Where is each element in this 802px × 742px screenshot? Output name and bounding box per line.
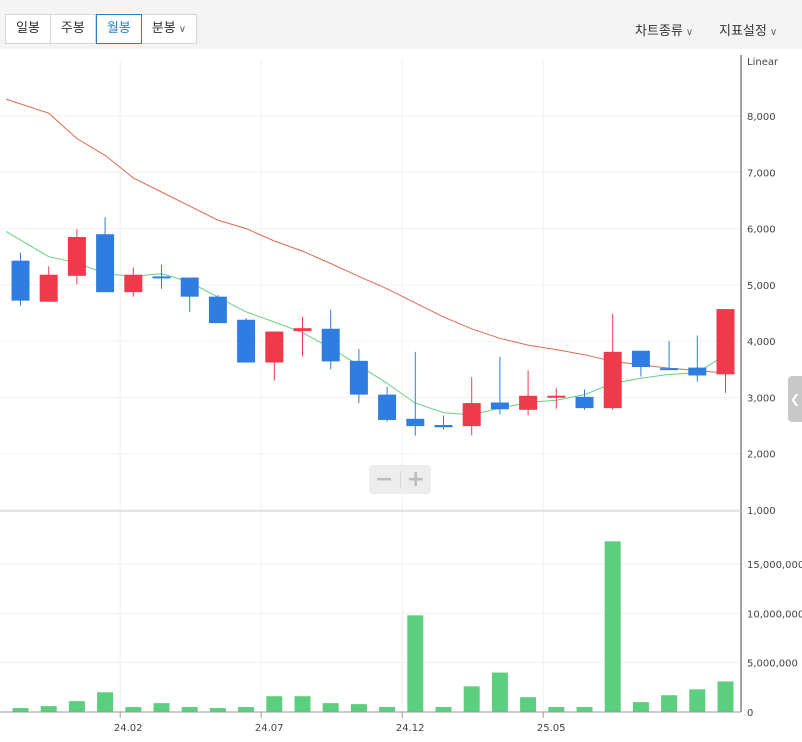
price-tick-label: 5,000 bbox=[747, 281, 776, 292]
x-tick-label: 24.02 bbox=[114, 723, 143, 734]
volume-bar bbox=[266, 696, 283, 712]
candle-body bbox=[321, 328, 340, 362]
volume-bar bbox=[238, 707, 255, 712]
volume-bar bbox=[181, 707, 198, 712]
zoom-control: − + bbox=[369, 465, 431, 494]
candle-body bbox=[349, 360, 368, 395]
candle-body bbox=[11, 260, 30, 301]
stock-chart[interactable]: 1,000 2,000 3,000 4,000 5,000 6,000 7,000 8,000… bbox=[0, 0, 802, 742]
volume-bar bbox=[463, 686, 480, 712]
minus-icon: − bbox=[375, 467, 394, 492]
volume-bar bbox=[717, 681, 734, 712]
chevron-left-icon: ❮ bbox=[789, 392, 801, 406]
volume-bar bbox=[153, 703, 170, 712]
candle-body bbox=[631, 350, 650, 368]
candle-body bbox=[237, 319, 256, 363]
plus-icon: + bbox=[406, 467, 425, 492]
volume-tick-label: 15,000,000 bbox=[747, 560, 802, 571]
candle-body bbox=[208, 296, 227, 324]
candle-body bbox=[96, 234, 115, 293]
volume-bar bbox=[661, 695, 678, 712]
price-tick-label: 7,000 bbox=[747, 168, 776, 179]
volume-bar bbox=[12, 708, 29, 712]
candle-body bbox=[575, 396, 594, 409]
candle-body bbox=[434, 425, 453, 428]
candle-body bbox=[124, 274, 143, 293]
volume-bar bbox=[435, 707, 452, 712]
volume-bar bbox=[632, 702, 649, 712]
volume-bar bbox=[520, 697, 537, 712]
candle-body bbox=[490, 402, 509, 410]
volume-bar bbox=[689, 689, 706, 712]
candle-body bbox=[688, 367, 707, 376]
candle-body bbox=[378, 394, 397, 420]
volume-bar bbox=[548, 707, 565, 712]
candle-body bbox=[716, 309, 735, 375]
price-tick-label: 8,000 bbox=[747, 112, 776, 123]
volume-bar bbox=[322, 703, 339, 712]
volume-tick-label: 10,000,000 bbox=[747, 609, 802, 620]
volume-bar bbox=[209, 708, 226, 712]
x-tick-label: 25.05 bbox=[537, 723, 566, 734]
volume-tick-label: 5,000,000 bbox=[747, 659, 798, 670]
volume-bar bbox=[68, 701, 85, 712]
price-tick-label: 6,000 bbox=[747, 225, 776, 236]
candle-body bbox=[265, 331, 284, 363]
candle-body bbox=[180, 277, 199, 297]
candle-body bbox=[293, 328, 312, 332]
volume-bar bbox=[350, 704, 367, 712]
volume-bar bbox=[576, 707, 593, 712]
price-tick-label: 3,000 bbox=[747, 393, 776, 404]
volume-bar bbox=[125, 707, 142, 712]
volume-bar bbox=[97, 692, 114, 712]
price-tick-label: 2,000 bbox=[747, 450, 776, 461]
zoom-out-button[interactable]: − bbox=[369, 465, 400, 494]
volume-bar bbox=[294, 696, 311, 712]
price-tick-label: 4,000 bbox=[747, 337, 776, 348]
volume-tick-label: 0 bbox=[747, 708, 753, 719]
volume-bar bbox=[40, 706, 57, 712]
candle-body bbox=[152, 276, 171, 279]
scale-label: Linear bbox=[747, 57, 779, 68]
candle-body bbox=[519, 395, 538, 410]
candle-body bbox=[603, 351, 622, 409]
candle-body bbox=[406, 418, 425, 427]
candle-body bbox=[67, 237, 86, 276]
side-panel-toggle[interactable]: ❮ bbox=[788, 376, 802, 422]
volume-bar bbox=[407, 615, 424, 712]
volume-bar bbox=[491, 672, 508, 712]
candle-body bbox=[547, 395, 566, 398]
chart-grid bbox=[0, 60, 741, 713]
x-tick-label: 24.12 bbox=[396, 723, 425, 734]
volume-bar bbox=[379, 707, 396, 712]
candle-body bbox=[462, 403, 481, 427]
zoom-in-button[interactable]: + bbox=[401, 465, 432, 494]
volume-bar bbox=[604, 541, 621, 712]
x-tick-label: 24.07 bbox=[255, 723, 284, 734]
candle-body bbox=[39, 274, 58, 302]
price-tick-label: 1,000 bbox=[747, 506, 776, 517]
candle-body bbox=[660, 368, 679, 371]
